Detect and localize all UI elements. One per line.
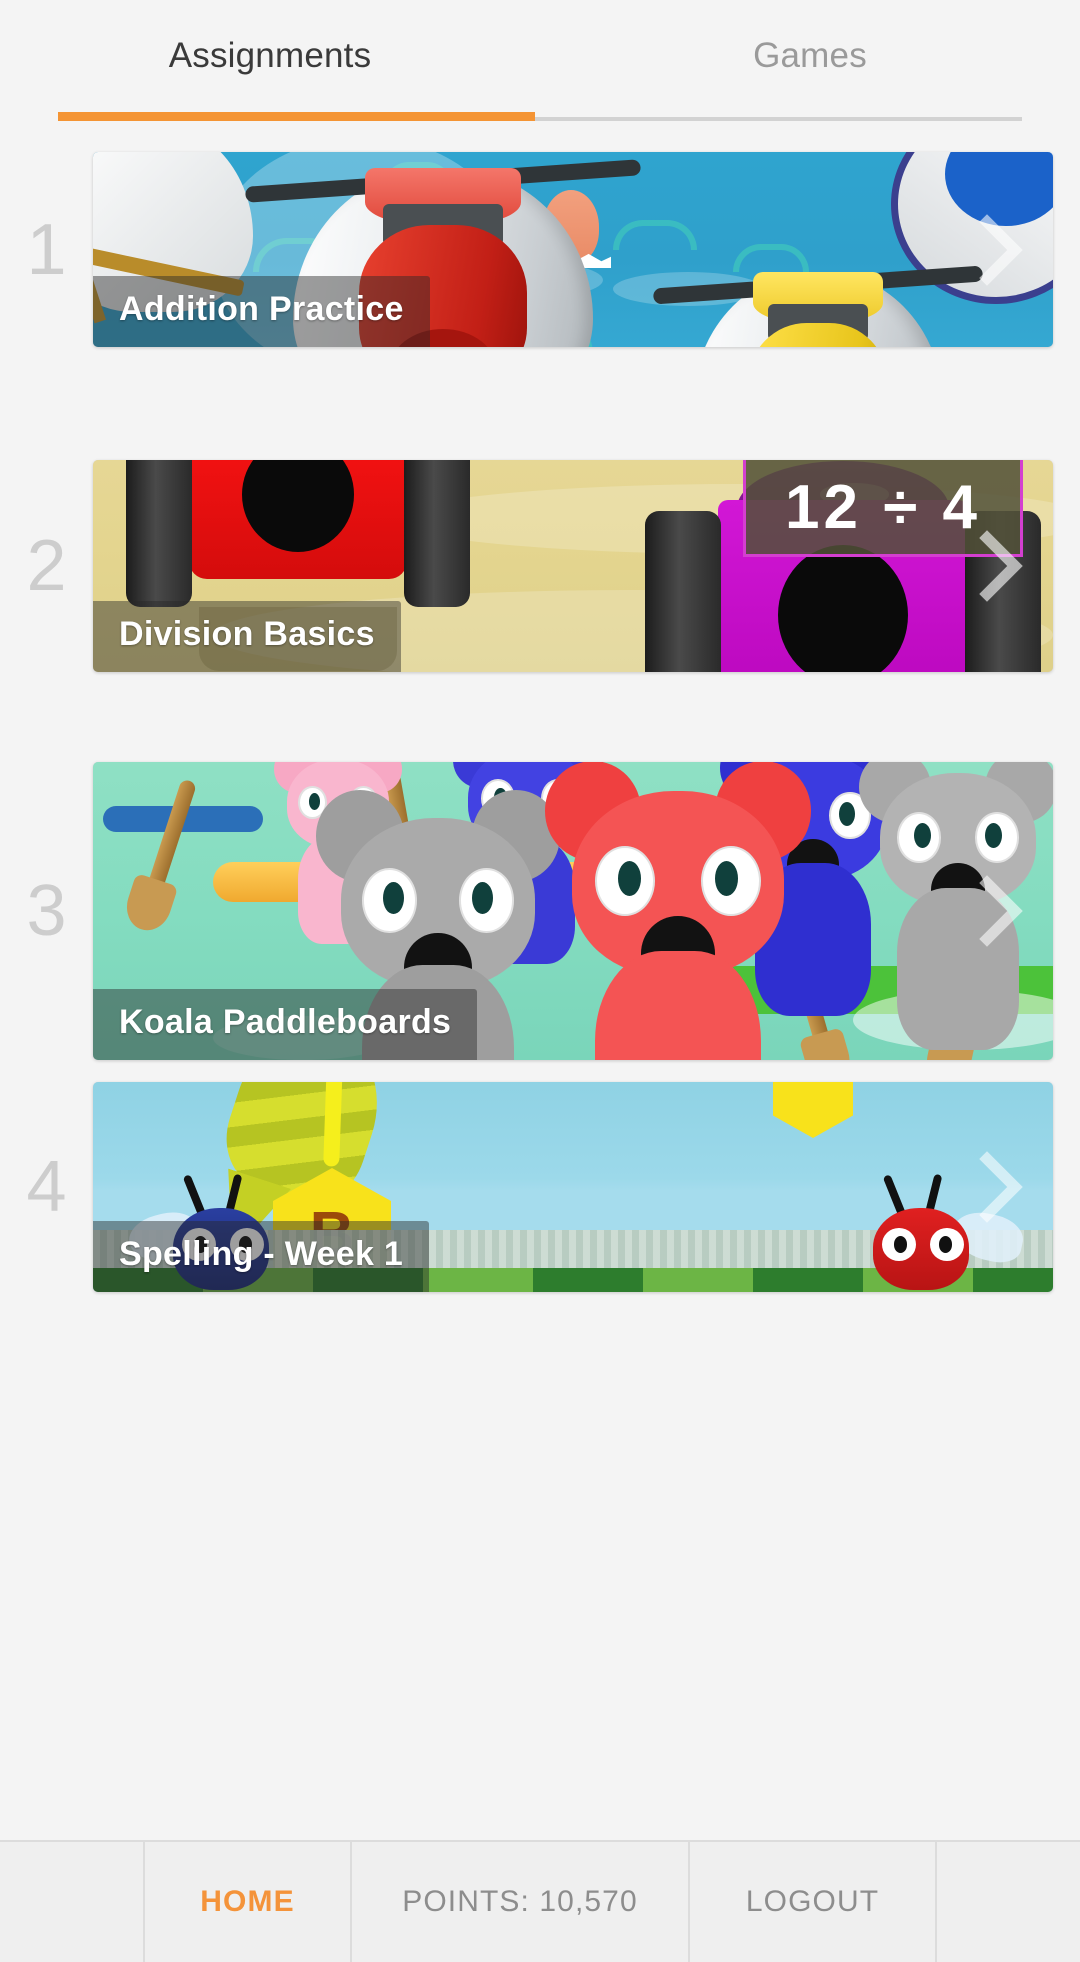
assignment-number: 3 [26,871,67,951]
assignment-card[interactable]: Koala Paddleboards [93,762,1053,1060]
chevron-right-icon[interactable] [975,875,1027,947]
assignment-card[interactable]: B [93,1082,1053,1292]
assignment-title: Spelling - Week 1 [93,1221,430,1292]
bottom-nav-spacer-left [0,1842,145,1962]
honeycomb-icon [773,1082,853,1138]
tab-assignments[interactable]: Assignments [0,36,540,76]
app-screen: Assignments Games 1 Addition Practice 2 … [0,0,1080,1962]
bottom-nav-spacer-right [937,1842,1080,1962]
assignment-title: Addition Practice [93,276,430,347]
logout-button[interactable]: LOGOUT [690,1842,937,1962]
chevron-right-icon[interactable] [975,530,1027,602]
assignment-number: 4 [26,1147,67,1227]
assignment-title: Koala Paddleboards [93,989,478,1060]
tab-bar: Assignments Games [0,0,1080,130]
tab-active-indicator [58,112,535,121]
assignment-row-1[interactable]: 1 Addition Practice [0,152,1080,347]
assignment-row-3[interactable]: 3 Koala Paddleboards [0,762,1080,1060]
assignment-row-2[interactable]: 2 12 ÷ 4 Division Basics [0,460,1080,672]
chevron-right-icon[interactable] [975,213,1027,286]
assignment-card[interactable]: Addition Practice [93,152,1053,347]
tab-games[interactable]: Games [540,36,1080,76]
assignment-row-4[interactable]: 4 B [0,1082,1080,1292]
assignment-title: Division Basics [93,601,401,672]
assignment-number: 1 [26,209,67,290]
assignment-number: 2 [26,526,67,606]
points-display: POINTS: 10,570 [352,1842,690,1962]
chevron-right-icon[interactable] [975,1151,1027,1223]
bottom-nav-bar: HOME POINTS: 10,570 LOGOUT [0,1840,1080,1962]
assignment-card[interactable]: 12 ÷ 4 Division Basics [93,460,1053,672]
bug-red-icon [863,1173,1028,1292]
home-button[interactable]: HOME [145,1842,352,1962]
